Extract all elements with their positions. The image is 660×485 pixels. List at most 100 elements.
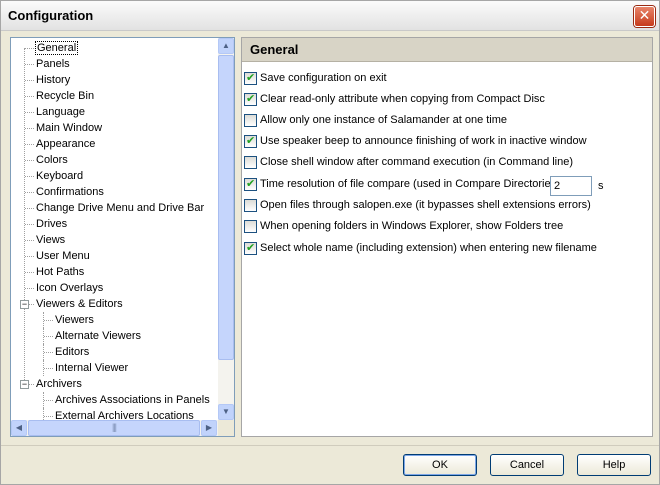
tree-connector	[25, 80, 34, 81]
tree-connector	[25, 256, 34, 257]
tree-item[interactable]: Icon Overlays	[35, 281, 104, 297]
option-row[interactable]: Use speaker beep to announce finishing o…	[244, 134, 644, 151]
tree-connector	[44, 336, 53, 337]
checkbox[interactable]	[244, 156, 257, 169]
configuration-dialog: Configuration ✕ General Panels History Recy…	[0, 0, 660, 485]
option-label: Time resolution of file compare (used in…	[260, 178, 560, 190]
tree-content: General Panels History Recycle Bin Language M…	[11, 38, 218, 420]
tree-item[interactable]: External Archivers Locations	[54, 409, 195, 420]
tree-connector	[25, 48, 34, 49]
tree-connector	[25, 96, 34, 97]
tree-connector	[44, 400, 53, 401]
close-icon[interactable]: ✕	[634, 6, 655, 27]
tree-child-line	[43, 408, 44, 420]
tree-item[interactable]: General	[35, 41, 79, 55]
tree-connector	[25, 160, 34, 161]
tree-connector	[44, 368, 53, 369]
tree-child-line	[43, 312, 44, 328]
tree-connector	[44, 416, 53, 417]
tree-child-line	[43, 344, 44, 360]
tree-item[interactable]: Change Drive Menu and Drive Bar	[35, 201, 205, 217]
option-label: When opening folders in Windows Explorer…	[260, 220, 564, 232]
cancel-button[interactable]: Cancel	[490, 454, 564, 476]
ok-button[interactable]: OK	[403, 454, 477, 476]
tree-connector	[25, 112, 34, 113]
option-label: Close shell window after command executi…	[260, 156, 574, 168]
tree-item[interactable]: Views	[35, 233, 66, 249]
time-resolution-unit: s	[598, 180, 604, 192]
tree-item[interactable]: Archivers	[35, 377, 83, 393]
option-row[interactable]: Select whole name (including extension) …	[244, 241, 644, 258]
scroll-corner	[218, 420, 234, 436]
tree-connector	[25, 240, 34, 241]
checkbox-checked[interactable]	[244, 241, 257, 255]
option-row[interactable]: Open files through salopen.exe (it bypas…	[244, 199, 644, 215]
tree-connector	[25, 208, 34, 209]
checkbox[interactable]	[244, 199, 257, 212]
tree-line	[24, 48, 25, 384]
tree-item[interactable]: Drives	[35, 217, 68, 233]
tree-item[interactable]: Confirmations	[35, 185, 105, 201]
tree-item[interactable]: User Menu	[35, 249, 91, 265]
option-row[interactable]: Close shell window after command executi…	[244, 156, 644, 172]
help-button[interactable]: Help	[577, 454, 651, 476]
scroll-thumb[interactable]	[218, 55, 234, 360]
tree-connector	[25, 128, 34, 129]
checkbox-checked[interactable]	[244, 134, 257, 148]
checkbox[interactable]	[244, 114, 257, 127]
option-label: Use speaker beep to announce finishing o…	[260, 135, 587, 147]
title-bar[interactable]: Configuration ✕	[1, 1, 659, 31]
checkbox-checked[interactable]	[244, 71, 257, 85]
option-row[interactable]: Allow only one instance of Salamander at…	[244, 114, 644, 130]
tree-item[interactable]: Language	[35, 105, 86, 121]
button-separator	[1, 445, 659, 446]
tree-item[interactable]: Main Window	[35, 121, 103, 137]
panel-title: General	[242, 38, 652, 62]
collapse-icon[interactable]: −	[20, 300, 29, 309]
tree-item[interactable]: Keyboard	[35, 169, 84, 185]
arrow-right-icon[interactable]: ▶	[201, 420, 217, 436]
tree-child-line	[43, 392, 44, 408]
tree-connector	[25, 288, 34, 289]
option-label: Open files through salopen.exe (it bypas…	[260, 199, 591, 211]
tree-item[interactable]: Appearance	[35, 137, 96, 153]
tree-horizontal-scrollbar[interactable]: ◀ ||| ▶	[11, 420, 218, 436]
tree-item[interactable]: Recycle Bin	[35, 89, 95, 105]
checkbox-checked[interactable]	[244, 177, 257, 191]
option-row[interactable]: When opening folders in Windows Explorer…	[244, 220, 644, 236]
tree-item[interactable]: Panels	[35, 57, 71, 73]
tree-child-line	[43, 360, 44, 376]
arrow-left-icon[interactable]: ◀	[11, 420, 27, 436]
arrow-up-icon[interactable]: ▲	[218, 38, 234, 54]
option-row[interactable]: Clear read-only attribute when copying f…	[244, 92, 644, 109]
tree-item[interactable]: Internal Viewer	[54, 361, 129, 377]
tree-item[interactable]: History	[35, 73, 71, 89]
tree-child-line	[43, 328, 44, 344]
settings-tree[interactable]: General Panels History Recycle Bin Language M…	[10, 37, 235, 437]
horizontal-scroll-thumb[interactable]: |||	[28, 420, 200, 436]
window-title: Configuration	[8, 8, 94, 23]
tree-item[interactable]: Alternate Viewers	[54, 329, 142, 345]
tree-item[interactable]: Viewers	[54, 313, 95, 329]
tree-connector	[44, 352, 53, 353]
option-label: Allow only one instance of Salamander at…	[260, 114, 508, 126]
tree-connector	[25, 64, 34, 65]
tree-item[interactable]: Archives Associations in Panels	[54, 393, 211, 409]
tree-item[interactable]: Viewers & Editors	[35, 297, 124, 313]
collapse-icon[interactable]: −	[20, 380, 29, 389]
tree-vertical-scrollbar[interactable]: ▲ ▼	[218, 38, 234, 420]
tree-item[interactable]: Colors	[35, 153, 69, 169]
checkbox-checked[interactable]	[244, 92, 257, 106]
tree-connector	[25, 192, 34, 193]
option-label: Select whole name (including extension) …	[260, 242, 597, 254]
general-settings-panel: General Save configuration on exit Clear …	[241, 37, 653, 437]
tree-item[interactable]: Hot Paths	[35, 265, 85, 281]
arrow-down-icon[interactable]: ▼	[218, 404, 234, 420]
checkbox[interactable]	[244, 220, 257, 233]
tree-item[interactable]: Editors	[54, 345, 90, 361]
option-row[interactable]: Save configuration on exit	[244, 71, 644, 88]
tree-connector	[25, 224, 34, 225]
time-resolution-input[interactable]: 2	[550, 176, 592, 196]
option-label: Save configuration on exit	[260, 72, 387, 84]
tree-connector	[25, 176, 34, 177]
